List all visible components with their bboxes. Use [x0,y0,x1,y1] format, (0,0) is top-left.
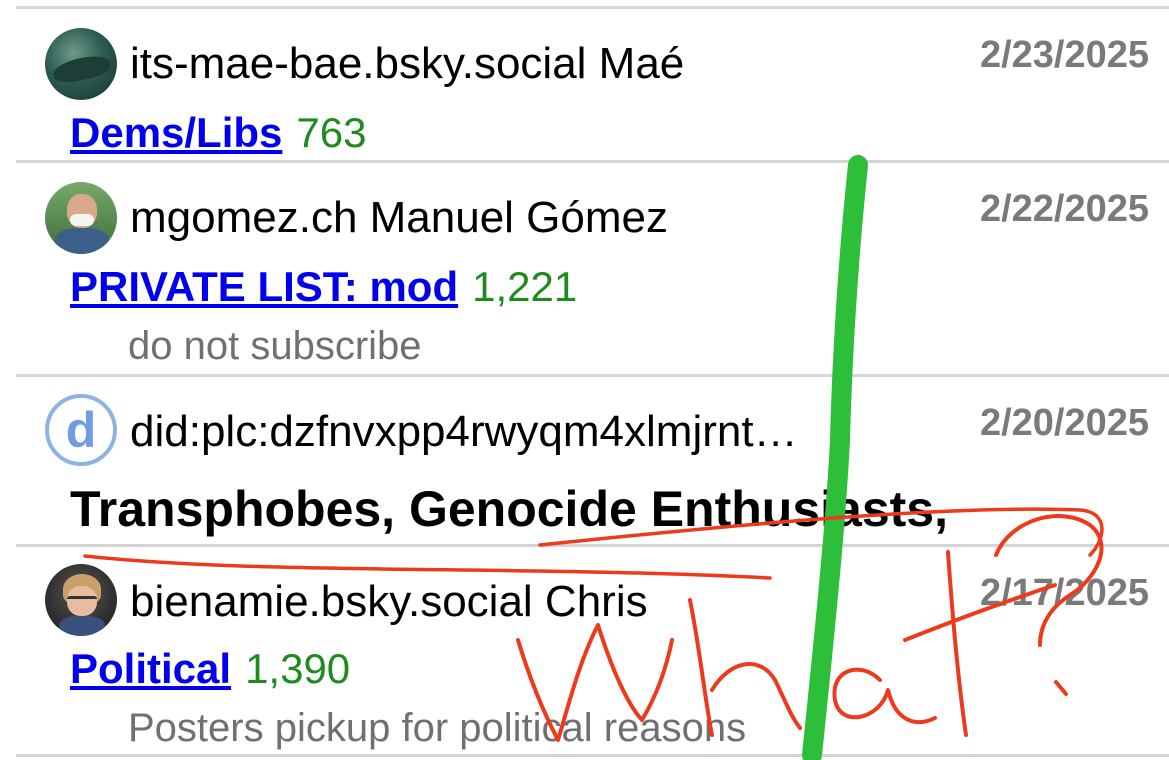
row-separator [16,374,1169,377]
author-handle[interactable]: did:plc:dzfnvxpp4rwyqm4xlmjrnt… [130,410,798,454]
list-line: PRIVATE LIST: mod 1,221 [70,266,577,308]
member-count: 1,390 [245,645,351,692]
author-handle[interactable]: bienamie.bsky.social Chris [130,580,648,624]
list-description: do not subscribe [128,324,422,368]
avatar[interactable] [45,182,117,254]
avatar[interactable]: d [45,394,117,466]
avatar[interactable] [45,28,117,100]
shirt [55,228,109,254]
row-separator [16,544,1169,547]
timestamp: 2/22/2025 [979,188,1149,230]
face-mask [70,214,94,226]
row-separator [16,160,1169,163]
list-description: Posters pickup for political reasons [128,706,747,750]
timestamp: 2/20/2025 [979,402,1149,444]
avatar-glasses [67,596,97,607]
whale-photo-avatar [51,52,113,86]
timestamp: 2/23/2025 [979,34,1149,76]
timestamp: 2/17/2025 [979,572,1149,614]
member-count: 1,221 [472,263,578,310]
avatar[interactable] [45,564,117,636]
list-link[interactable]: PRIVATE LIST: mod [70,263,458,310]
green-vertical-stroke [802,155,868,760]
author-handle[interactable]: its-mae-bae.bsky.social Maé [130,42,684,86]
list-feed: its-mae-bae.bsky.social Maé 2/23/2025 De… [0,0,1169,760]
author-handle[interactable]: mgomez.ch Manuel Gómez [130,196,668,240]
row-separator [16,754,1169,757]
list-line: Political 1,390 [70,648,350,690]
row-separator [16,6,1169,9]
list-link[interactable]: Dems/Libs [70,109,282,156]
member-count: 763 [296,109,367,156]
list-title[interactable]: Transphobes, Genocide Enthusiasts, [70,484,948,534]
avatar-body [59,616,105,636]
list-line: Dems/Libs 763 [70,112,366,154]
list-link[interactable]: Political [70,645,231,692]
default-d-avatar: d [65,402,97,458]
